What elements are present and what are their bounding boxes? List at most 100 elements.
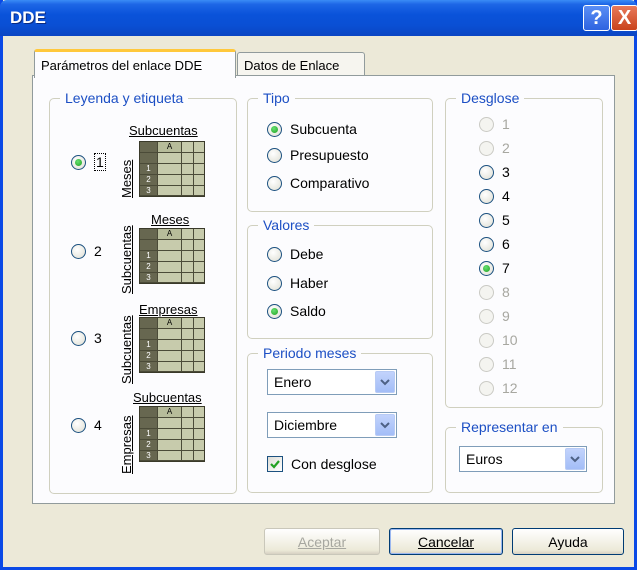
title-bar: DDE ? X	[0, 0, 637, 36]
desglose-option-label: 8	[502, 284, 510, 300]
grid-row-header: 1	[140, 340, 158, 351]
grid-row-header: 2	[140, 351, 158, 362]
leyenda-option-1-label: 1	[94, 153, 106, 171]
desglose-option-8[interactable]: 8	[479, 284, 510, 300]
aceptar-button[interactable]: Aceptar	[264, 528, 380, 555]
desglose-option-9[interactable]: 9	[479, 308, 510, 324]
desglose-option-label: 1	[502, 116, 510, 132]
tipo-option-comparativo[interactable]: Comparativo	[267, 175, 369, 191]
desglose-option-label: 6	[502, 236, 510, 252]
cancelar-label: Cancelar	[417, 533, 475, 550]
grid-row-header: 2	[140, 175, 158, 186]
desglose-radio[interactable]	[479, 380, 494, 396]
leyenda-option-2[interactable]: 2	[71, 243, 102, 259]
leyenda-4-top-label: Subcuentas	[133, 390, 202, 405]
desglose-option-10[interactable]: 10	[479, 332, 518, 348]
valores-option-debe[interactable]: Debe	[267, 246, 323, 262]
leyenda-option-1[interactable]: 1	[71, 153, 106, 171]
leyenda-option-2-label: 2	[94, 243, 102, 259]
desglose-option-12[interactable]: 12	[479, 380, 518, 396]
desglose-option-5[interactable]: 5	[479, 212, 510, 228]
desglose-option-label: 11	[502, 356, 517, 372]
desglose-option-7[interactable]: 7	[479, 260, 510, 276]
desglose-radio[interactable]	[479, 308, 494, 324]
leyenda-radio-4[interactable]	[71, 417, 86, 433]
periodo-from-value: Enero	[274, 374, 312, 390]
periodo-from-select[interactable]: Enero	[267, 369, 397, 395]
group-valores-label: Valores	[258, 217, 315, 233]
desglose-option-6[interactable]: 6	[479, 236, 510, 252]
desglose-radio[interactable]	[479, 188, 494, 204]
chevron-down-icon[interactable]	[375, 414, 395, 436]
leyenda-option-4-label: 4	[94, 417, 102, 433]
valores-option-label: Debe	[290, 246, 324, 262]
leyenda-4-grid: A 1 2 3	[139, 406, 205, 462]
valores-radio-haber[interactable]	[267, 275, 282, 291]
valores-option-label: Saldo	[290, 303, 326, 319]
desglose-option-label: 3	[502, 164, 510, 180]
periodo-to-select[interactable]: Diciembre	[267, 412, 397, 438]
group-tipo-label: Tipo	[258, 90, 295, 106]
leyenda-1-side-label: Meses	[119, 159, 134, 198]
representar-select[interactable]: Euros	[459, 446, 587, 472]
window-title: DDE	[10, 8, 46, 27]
desglose-radio[interactable]	[479, 164, 494, 180]
leyenda-3-side-label: Subcuentas	[119, 315, 134, 384]
group-leyenda-label: Leyenda y etiqueta	[60, 90, 189, 106]
ayuda-button[interactable]: Ayuda	[512, 528, 624, 555]
desglose-option-label: 4	[502, 188, 510, 204]
valores-option-haber[interactable]: Haber	[267, 275, 328, 291]
leyenda-radio-1[interactable]	[71, 154, 86, 170]
chevron-down-icon[interactable]	[375, 371, 395, 393]
desglose-option-2[interactable]: 2	[479, 140, 510, 156]
desglose-radio[interactable]	[479, 356, 494, 372]
aceptar-label: Aceptar	[297, 533, 347, 550]
desglose-radio[interactable]	[479, 140, 494, 156]
help-button[interactable]: ?	[583, 5, 610, 31]
desglose-radio[interactable]	[479, 212, 494, 228]
leyenda-option-3[interactable]: 3	[71, 330, 102, 346]
periodo-to-value: Diciembre	[274, 417, 338, 433]
valores-radio-debe[interactable]	[267, 246, 282, 262]
cancelar-button[interactable]: Cancelar	[389, 528, 503, 555]
valores-radio-saldo[interactable]	[267, 303, 282, 319]
tipo-option-presupuesto[interactable]: Presupuesto	[267, 147, 369, 163]
leyenda-option-4[interactable]: 4	[71, 417, 102, 433]
grid-col-header: A	[158, 142, 182, 153]
desglose-option-11[interactable]: 11	[479, 356, 517, 372]
con-desglose-checkbox[interactable]: Con desglose	[267, 456, 377, 472]
desglose-option-1[interactable]: 1	[479, 116, 510, 132]
desglose-option-4[interactable]: 4	[479, 188, 510, 204]
tipo-option-subcuenta[interactable]: Subcuenta	[267, 121, 357, 137]
grid-row-header: 3	[140, 273, 158, 283]
valores-option-saldo[interactable]: Saldo	[267, 303, 326, 319]
check-icon[interactable]	[267, 456, 283, 472]
desglose-radio[interactable]	[479, 116, 494, 132]
leyenda-radio-3[interactable]	[71, 330, 86, 346]
tipo-radio-comparativo[interactable]	[267, 175, 282, 191]
desglose-radio[interactable]	[479, 236, 494, 252]
tipo-option-label: Comparativo	[290, 175, 370, 191]
tipo-radio-presupuesto[interactable]	[267, 147, 282, 163]
close-button[interactable]: X	[611, 5, 637, 31]
group-representar-label: Representar en	[456, 419, 563, 435]
desglose-radio[interactable]	[479, 284, 494, 300]
leyenda-1-grid: A 1 2 3	[139, 141, 205, 197]
desglose-option-label: 12	[502, 380, 518, 396]
desglose-radio[interactable]	[479, 260, 494, 276]
grid-row-header: 3	[140, 451, 158, 461]
grid-col-header: A	[158, 318, 182, 329]
leyenda-3-top-label: Empresas	[139, 302, 198, 317]
tipo-option-label: Subcuenta	[290, 121, 357, 137]
desglose-radio[interactable]	[479, 332, 494, 348]
desglose-option-3[interactable]: 3	[479, 164, 510, 180]
desglose-option-label: 5	[502, 212, 510, 228]
tipo-option-label: Presupuesto	[290, 147, 369, 163]
tab-panel: Leyenda y etiqueta 1 Subcuentas Meses A …	[32, 75, 615, 504]
ayuda-label: Ayuda	[548, 533, 588, 550]
leyenda-2-grid: A 1 2 3	[139, 228, 205, 284]
tab-parametros[interactable]: Parámetros del enlace DDE	[34, 49, 236, 78]
chevron-down-icon[interactable]	[565, 448, 585, 470]
tipo-radio-subcuenta[interactable]	[267, 121, 282, 137]
leyenda-radio-2[interactable]	[71, 243, 86, 259]
